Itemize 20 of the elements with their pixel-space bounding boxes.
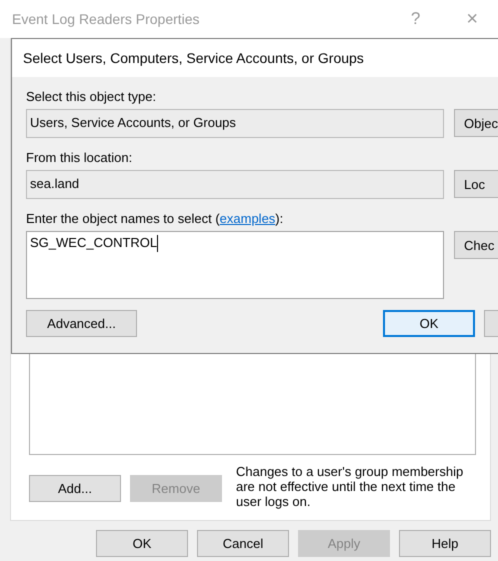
locations-button[interactable]: Loc <box>454 170 498 198</box>
location-field: sea.land <box>26 170 444 199</box>
dialog-title: Select Users, Computers, Service Accounts, or Groups <box>23 50 364 66</box>
ok-button[interactable]: OK <box>383 310 475 337</box>
field-label: From this location: <box>26 150 134 165</box>
object-types-button[interactable]: Objec <box>454 109 498 137</box>
ok-button[interactable]: OK <box>96 530 188 557</box>
membership-note: Changes to a user's group membership are not effective until the next time the user logs on. <box>236 464 464 509</box>
object-type-field: Users, Service Accounts, or Groups <box>26 109 444 138</box>
examples-link[interactable]: examples <box>220 211 276 226</box>
add-button[interactable]: Add... <box>29 475 121 502</box>
help-button[interactable]: Help <box>399 530 491 557</box>
cancel-button[interactable] <box>484 310 498 337</box>
check-names-button[interactable]: Chec <box>454 231 498 259</box>
object-names-field[interactable]: SG_WEC_CONTROL <box>26 231 444 299</box>
field-label: Select this object type: <box>26 89 158 104</box>
field-label: Enter the object names to select (examples): <box>26 211 284 226</box>
cancel-button[interactable]: Cancel <box>197 530 289 557</box>
advanced-button[interactable]: Advanced... <box>26 310 137 337</box>
window-title: Event Log Readers Properties <box>12 11 201 27</box>
